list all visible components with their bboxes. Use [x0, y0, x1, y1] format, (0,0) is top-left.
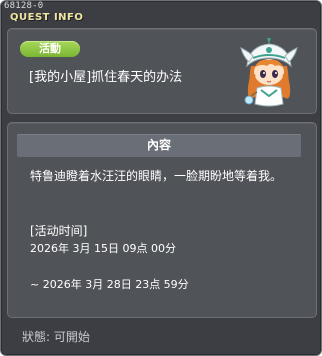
quest-category-badge: 活動: [20, 41, 80, 57]
event-start-time: 2026年 3月 15日 09点 00分: [30, 242, 176, 255]
content-header: 內容: [17, 134, 301, 157]
event-time-label: [活动时间]: [30, 224, 88, 238]
npc-elf-girl-icon: [240, 38, 298, 107]
quest-id: 68128-0: [4, 1, 44, 11]
quest-description: 特鲁迪瞪着水汪汪的眼睛，一脸期盼地等着我。: [30, 169, 283, 183]
quest-status: 狀態: 可開始: [22, 330, 90, 344]
quest-info-window: 68128-0 QUEST INFO 活動 [我的小屋]抓住春天的办法 內容 特…: [0, 0, 322, 356]
window-title: QUEST INFO: [10, 12, 84, 23]
event-end-time: ~ 2026年 3月 28日 23点 59分: [30, 278, 189, 291]
content-header-label: 內容: [146, 138, 171, 152]
quest-name: [我的小屋]抓住春天的办法: [29, 70, 183, 85]
